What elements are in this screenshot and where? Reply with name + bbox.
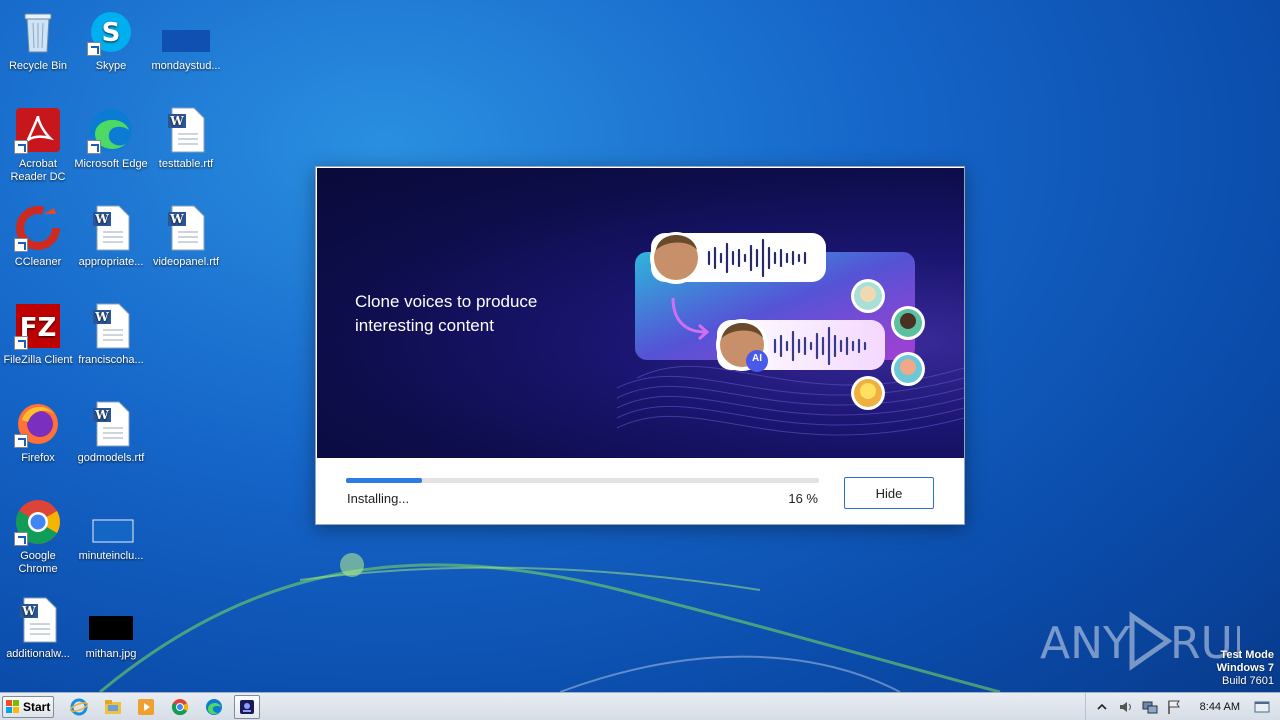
taskbar-edge-icon[interactable]	[201, 695, 227, 719]
taskbar: Start 8:44 AM	[0, 692, 1280, 720]
filezilla-icon[interactable]: FZ FileZilla Client	[0, 302, 76, 367]
banner-title: Clone voices to produce interesting cont…	[355, 292, 538, 335]
status-label: Installing...	[347, 491, 410, 506]
svg-text:W: W	[21, 604, 36, 618]
taskbar-chrome-icon[interactable]	[167, 695, 193, 719]
skype-icon[interactable]: S Skype	[73, 8, 149, 73]
svg-text:W: W	[94, 310, 109, 324]
icon-label: minuteinclu...	[78, 550, 144, 562]
svg-text:W: W	[94, 212, 109, 226]
google-chrome-icon[interactable]: Google Chrome	[0, 498, 76, 576]
testtable-file-icon[interactable]: W testtable.rtf	[148, 106, 224, 171]
volume-icon[interactable]	[1118, 699, 1134, 715]
start-label: Start	[23, 700, 51, 714]
taskbar-internet-explorer-icon[interactable]	[66, 695, 92, 719]
network-icon[interactable]	[1142, 699, 1158, 715]
test-mode-watermark: Test Mode Windows 7 Build 7601	[1217, 649, 1274, 688]
icon-label: godmodels.rtf	[77, 452, 145, 464]
promo-banner: Clone voices to produce interesting cont…	[317, 168, 964, 458]
show-desktop-icon[interactable]	[1254, 699, 1270, 715]
icon-label: Recycle Bin	[8, 60, 68, 72]
svg-text:W: W	[169, 114, 184, 128]
godmodels-file-icon[interactable]: W godmodels.rtf	[73, 400, 149, 465]
ai-badge: AI	[752, 353, 762, 364]
icon-label: Acrobat Reader DC	[10, 158, 66, 183]
icon-label: mondaystud...	[151, 60, 221, 72]
icon-label: videopanel.rtf	[152, 256, 220, 268]
taskbar-media-player-icon[interactable]	[133, 695, 159, 719]
chevron-up-icon[interactable]	[1094, 699, 1110, 715]
taskbar-explorer-icon[interactable]	[100, 695, 126, 719]
windows-logo-icon	[6, 700, 19, 713]
icon-label: Microsoft Edge	[74, 158, 148, 170]
icon-label: testtable.rtf	[158, 158, 214, 170]
installer-dialog: Clone voices to produce interesting cont…	[315, 166, 965, 525]
minuteinclu-file-icon[interactable]: minuteinclu...	[73, 498, 149, 563]
system-tray: 8:44 AM	[1084, 693, 1280, 720]
watermark-line: Build 7601	[1222, 675, 1274, 687]
microsoft-edge-icon[interactable]: Microsoft Edge	[73, 106, 149, 171]
icon-label: Google Chrome	[18, 550, 58, 575]
ccleaner-icon[interactable]: CCleaner	[0, 204, 76, 269]
videopanel-file-icon[interactable]: W videopanel.rtf	[148, 204, 224, 269]
flag-icon[interactable]	[1166, 699, 1182, 715]
firefox-icon[interactable]: Firefox	[0, 400, 76, 465]
watermark-line: Test Mode	[1220, 649, 1274, 661]
mithan-image-icon[interactable]: mithan.jpg	[73, 596, 149, 661]
svg-text:W: W	[169, 212, 184, 226]
icon-label: Firefox	[21, 452, 55, 464]
svg-text:ANY: ANY	[1040, 618, 1130, 669]
mondaystud-file-icon[interactable]: mondaystud...	[148, 8, 224, 73]
franciscoha-file-icon[interactable]: W franciscoha...	[73, 302, 149, 367]
icon-label: Skype	[95, 60, 127, 72]
appropriate-file-icon[interactable]: W appropriate...	[73, 204, 149, 269]
hide-button[interactable]: Hide	[844, 477, 934, 509]
svg-text:S: S	[102, 18, 121, 48]
svg-text:W: W	[94, 408, 109, 422]
acrobat-reader-icon[interactable]: Acrobat Reader DC	[0, 106, 76, 184]
anyrun-watermark-logo: ANY RUN	[1040, 611, 1240, 671]
icon-label: additionalw...	[6, 648, 70, 660]
icon-label: appropriate...	[78, 256, 144, 268]
icon-label: franciscoha...	[78, 354, 144, 366]
clock[interactable]: 8:44 AM	[1200, 701, 1240, 713]
progress-bar	[346, 478, 819, 483]
recycle-bin-icon[interactable]: Recycle Bin	[0, 8, 76, 73]
icon-label: CCleaner	[14, 256, 62, 268]
start-button[interactable]: Start	[2, 696, 54, 718]
additionalw-file-icon[interactable]: W additionalw...	[0, 596, 76, 661]
icon-label: FileZilla Client	[3, 354, 73, 366]
icon-label: mithan.jpg	[85, 648, 137, 660]
watermark-line: Windows 7	[1216, 662, 1274, 674]
taskbar-installer-icon[interactable]	[234, 695, 260, 719]
progress-percent: 16 %	[788, 491, 818, 506]
progress-fill	[346, 478, 422, 483]
